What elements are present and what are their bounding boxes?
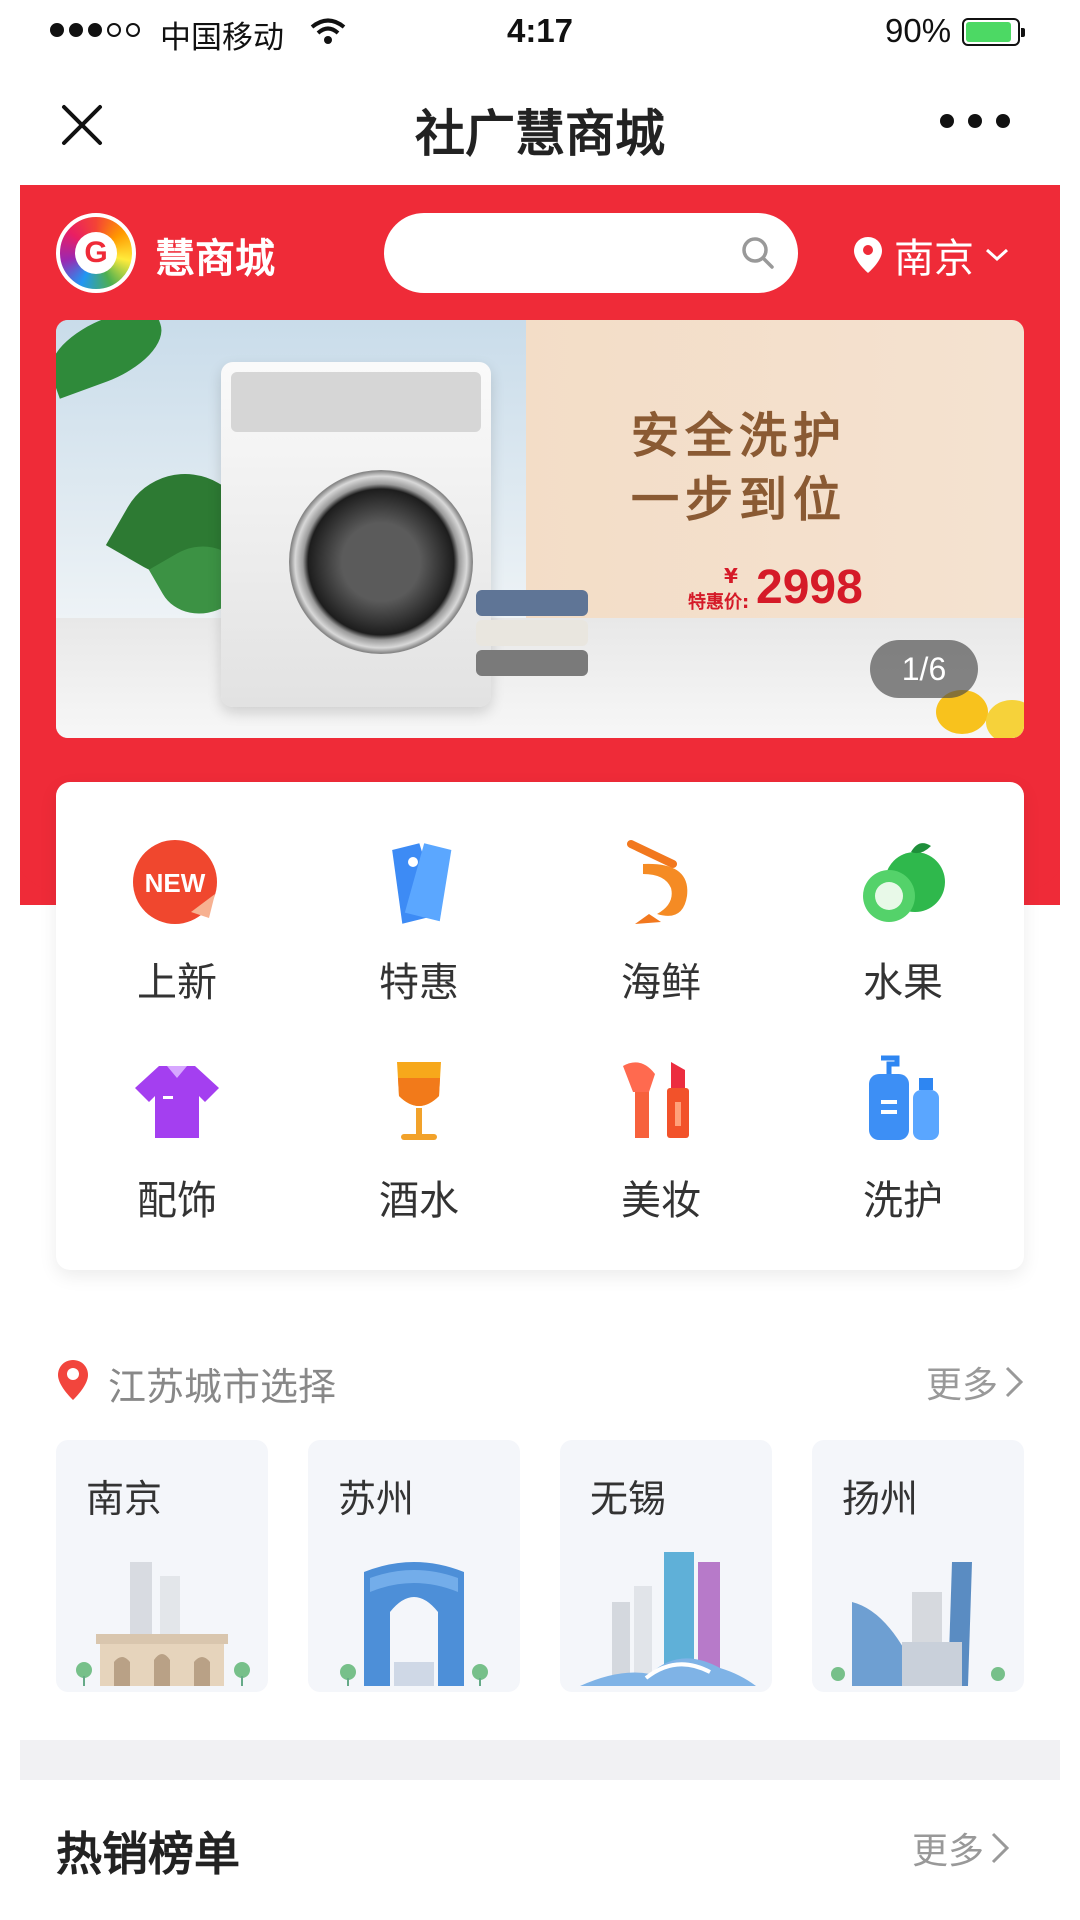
shirt-icon (135, 1066, 219, 1138)
category-item[interactable]: 酒水 (298, 1052, 540, 1226)
page-title: 社广慧商城 (415, 105, 665, 163)
nav-bar: 社广慧商城 (0, 66, 1080, 184)
chevron-down-icon (985, 248, 1009, 262)
city-card-yangzhou[interactable]: 扬州 (812, 1440, 1024, 1692)
city-card-wuxi[interactable]: 无锡 (560, 1440, 772, 1692)
city-section-title: 江苏城市选择 (108, 1365, 337, 1409)
price-label: 特惠价: (688, 592, 750, 613)
city-section-header: 江苏城市选择 更多 (56, 1352, 1024, 1409)
battery-icon (962, 18, 1025, 46)
price-currency: ¥ (724, 564, 738, 588)
category-item[interactable]: 洗护 (782, 1052, 1024, 1226)
category-item[interactable]: 配饰 (56, 1052, 298, 1226)
lotion-bottle-icon (869, 1055, 939, 1140)
new-badge-icon: NEW (133, 840, 217, 924)
washing-machine-image (221, 362, 491, 707)
brand-name: 慧商城 (155, 236, 275, 282)
section-divider (20, 1740, 1060, 1780)
category-item[interactable]: 海鲜 (540, 834, 782, 1008)
city-picker[interactable]: 南京 (852, 226, 1010, 284)
svg-text:NEW: NEW (145, 868, 206, 898)
price-tag-icon (392, 843, 452, 924)
search-icon[interactable] (740, 235, 776, 271)
city-card-nanjing[interactable]: 南京 (56, 1440, 268, 1692)
location-pin-icon (854, 237, 882, 273)
category-item[interactable]: 美妆 (540, 1052, 782, 1226)
city-picker-label: 南京 (894, 236, 974, 282)
status-bar: 中国移动 4:17 90% (0, 0, 1080, 66)
wine-glass-icon (397, 1062, 441, 1140)
shrimp-icon (627, 840, 688, 924)
search-input[interactable] (384, 213, 798, 293)
yangzhou-landmark-illustration (831, 1562, 1005, 1686)
brand-logo: G (56, 213, 136, 293)
city-more-link[interactable]: 更多 (926, 1356, 1024, 1408)
category-item[interactable]: 水果 (782, 834, 1024, 1008)
price-value: 2998 (756, 561, 863, 614)
lipstick-icon (623, 1062, 689, 1138)
slide-indicator: 1/6 (870, 640, 978, 698)
category-item[interactable]: 特惠 (298, 834, 540, 1008)
banner-headline: 安全洗护 一步到位 (631, 408, 848, 528)
category-item[interactable]: NEW 上新 (56, 834, 298, 1008)
battery-percent: 90% (885, 12, 952, 49)
hot-sales-title: 热销榜单 (56, 1827, 240, 1881)
fruit-icon (863, 843, 945, 922)
wuxi-landmark-illustration (580, 1552, 756, 1686)
towel-stack-image (476, 590, 588, 680)
hot-more-link[interactable]: 更多 (912, 1822, 1010, 1874)
location-pin-icon (58, 1360, 88, 1400)
chevron-right-icon (1005, 1366, 1024, 1398)
nanjing-landmark-illustration (76, 1562, 250, 1686)
chevron-right-icon (991, 1832, 1010, 1864)
more-options-icon[interactable] (940, 114, 1010, 128)
city-card-suzhou[interactable]: 苏州 (308, 1440, 520, 1692)
category-grid: NEW 上新 特惠 海鲜 水果 配饰 酒水 美妆 洗护 (56, 782, 1024, 1270)
suzhou-landmark-illustration (340, 1562, 488, 1686)
